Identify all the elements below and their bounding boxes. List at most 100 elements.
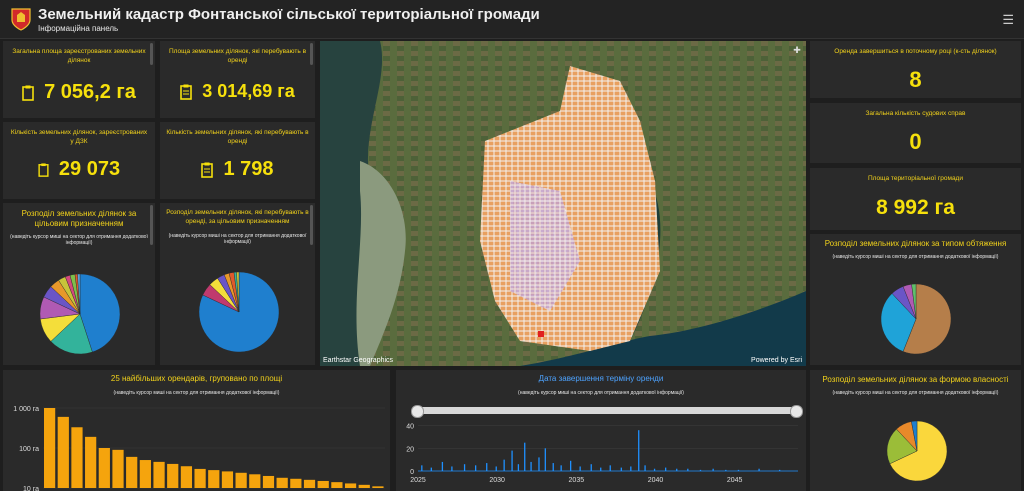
lease-end-bar-chart[interactable]: 40 20 02025 2030 2035 2040 2045 — [396, 414, 806, 491]
bar[interactable] — [530, 461, 532, 471]
bar[interactable] — [112, 449, 124, 488]
bar[interactable] — [194, 468, 206, 488]
kpi-community-area-panel: Площа територіальної громади 8 992 га — [810, 168, 1021, 230]
kpi-label: Кількість земельних ділянок, які перебув… — [166, 129, 309, 145]
kpi-number: 7 056,2 га — [44, 81, 136, 103]
kpi-label: Загальна площа зареєстрованих земельних … — [12, 48, 146, 64]
bar[interactable] — [495, 466, 497, 471]
bar[interactable] — [620, 467, 622, 471]
cadastre-map[interactable]: ✚ Earthstar Geographics Powered by Esri — [320, 41, 806, 366]
panel-title: Розподіл земельних ділянок за цільовим п… — [21, 209, 137, 228]
bar[interactable] — [221, 471, 234, 488]
encumbrance-pie-chart[interactable] — [880, 283, 952, 355]
map-expand-icon[interactable]: ✚ — [792, 45, 802, 55]
bar[interactable] — [609, 465, 611, 471]
bar[interactable] — [235, 472, 247, 488]
bar[interactable] — [475, 465, 477, 471]
panel-title: Дата завершення терміну оренди — [538, 374, 664, 383]
bar[interactable] — [511, 450, 513, 471]
bar[interactable] — [644, 465, 646, 471]
bar[interactable] — [544, 448, 546, 471]
kpi-parcels-count-panel: Кількість земельних ділянок, зареєстрова… — [3, 122, 155, 199]
kpi-label: Загальна кількість судових справ — [865, 110, 966, 117]
bar[interactable] — [303, 479, 316, 488]
panel-hint: (наведіть курсор миші на сектор для отри… — [113, 390, 280, 396]
kpi-label: Площа територіальної громади — [868, 175, 963, 182]
panel-hint: (наведіть курсор миші на сектор для отри… — [10, 234, 148, 246]
bar[interactable] — [98, 448, 110, 488]
y-tick-label: 20 — [406, 446, 414, 453]
bar[interactable] — [262, 475, 275, 488]
bar[interactable] — [517, 464, 520, 471]
bar[interactable] — [290, 478, 302, 488]
bar[interactable] — [331, 482, 343, 488]
bar[interactable] — [590, 464, 592, 471]
kpi-leases-ending-panel: Оренда завершиться в поточному році (к-с… — [810, 41, 1021, 98]
bar[interactable] — [71, 427, 83, 488]
bar[interactable] — [579, 466, 581, 471]
bar[interactable] — [560, 465, 562, 471]
bar[interactable] — [126, 456, 138, 488]
bar[interactable] — [276, 477, 288, 488]
lease-end-chart-panel: Дата завершення терміну оренди (наведіть… — [396, 370, 806, 491]
page-title: Земельний кадастр Фонтанської сільської … — [38, 6, 540, 23]
kpi-number: 8 992 га — [876, 196, 955, 219]
bar[interactable] — [503, 459, 505, 471]
bar[interactable] — [317, 480, 329, 488]
kpi-total-area-panel: Загальна площа зареєстрованих земельних … — [3, 41, 155, 118]
bar[interactable] — [153, 461, 165, 488]
x-tick-label: 2030 — [489, 477, 505, 484]
purpose-pie-chart[interactable] — [39, 273, 121, 355]
y-tick-label: 10 га — [23, 486, 39, 491]
scrollbar[interactable] — [310, 43, 313, 65]
document-icon — [38, 163, 49, 177]
bar[interactable] — [139, 460, 151, 488]
hamburger-menu-icon[interactable]: ☰ — [1002, 12, 1014, 28]
encumbrance-pie-panel: Розподіл земельних ділянок за типом обтя… — [810, 234, 1021, 365]
bar[interactable] — [552, 463, 554, 471]
bar[interactable] — [421, 465, 423, 471]
bar[interactable] — [570, 460, 572, 471]
date-range-slider[interactable] — [411, 405, 803, 418]
scrollbar[interactable] — [310, 205, 313, 245]
scrollbar[interactable] — [150, 43, 153, 65]
esri-attribution[interactable]: Powered by Esri — [751, 357, 802, 364]
kpi-label: Оренда завершиться в поточному році (к-с… — [834, 48, 997, 55]
top25-bar-chart[interactable]: 1 000 га 100 га 10 га — [3, 400, 390, 491]
bar[interactable] — [430, 467, 432, 471]
ownership-pie-panel: Розподіл земельних ділянок за формою вла… — [810, 370, 1021, 491]
ownership-pie-chart[interactable] — [886, 420, 948, 482]
bar[interactable] — [249, 474, 261, 488]
satellite-imagery[interactable] — [320, 41, 806, 366]
bar[interactable] — [85, 436, 97, 488]
panel-title: Розподіл земельних ділянок, які перебува… — [166, 209, 309, 225]
bar[interactable] — [372, 486, 384, 488]
scrollbar[interactable] — [150, 205, 153, 245]
bar[interactable] — [180, 466, 193, 488]
bar[interactable] — [44, 408, 56, 488]
x-tick-label: 2040 — [648, 477, 664, 484]
bar[interactable] — [441, 461, 444, 471]
bar[interactable] — [638, 430, 640, 471]
bar[interactable] — [57, 416, 69, 488]
bar[interactable] — [451, 466, 453, 471]
bar[interactable] — [208, 470, 220, 488]
kpi-number: 8 — [909, 67, 922, 92]
bar[interactable] — [358, 484, 370, 488]
lease-purpose-pie-chart[interactable] — [198, 271, 280, 353]
bar[interactable] — [538, 457, 540, 471]
bar[interactable] — [600, 467, 602, 471]
kpi-value: 1 798 — [160, 158, 315, 181]
bar[interactable] — [344, 483, 357, 488]
bar[interactable] — [463, 464, 466, 471]
bar[interactable] — [486, 463, 488, 471]
page-subtitle: Інформаційна панель — [38, 24, 119, 33]
bar[interactable] — [524, 442, 526, 471]
kpi-leased-count-panel: Кількість земельних ділянок, які перебув… — [160, 122, 315, 199]
bar[interactable] — [665, 467, 667, 471]
bar[interactable] — [630, 466, 632, 471]
kpi-value: 7 056,2 га — [3, 81, 155, 104]
y-tick-label: 100 га — [19, 446, 39, 453]
bar[interactable] — [167, 463, 179, 488]
panel-hint: (наведіть курсор миші на сектор для отри… — [518, 390, 684, 396]
